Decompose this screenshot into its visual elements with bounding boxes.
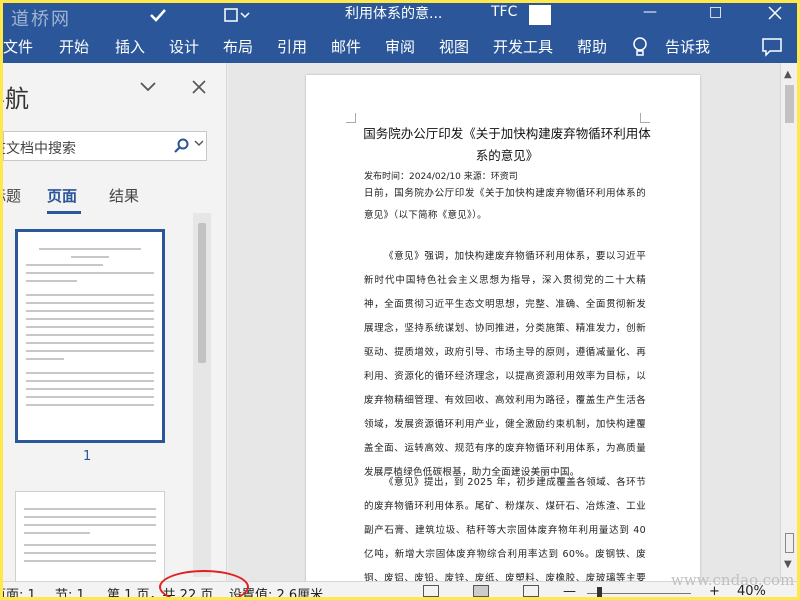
checkmark-icon[interactable] (149, 7, 167, 23)
zoom-slider-track[interactable] (587, 593, 691, 594)
read-mode-icon[interactable] (423, 585, 439, 597)
status-section[interactable]: 节: 1 (55, 584, 85, 597)
nav-tab-pages[interactable]: 页面 (47, 185, 77, 206)
document-intro: 日前，国务院办公厅印发《关于加快构建废弃物循环利用体系的意见》（以下简称《意见》… (364, 188, 646, 221)
site-logo: 道桥网 (11, 9, 71, 30)
tab-view[interactable]: 视图 (439, 36, 469, 57)
chevron-down-icon[interactable] (139, 81, 157, 93)
document-page[interactable]: 国务院办公厅印发《关于加快构建废弃物循环利用体系的意见》 发布时间：2024/0… (306, 75, 700, 595)
page-thumbnail-1[interactable] (15, 229, 165, 443)
zoom-slider-handle[interactable] (597, 587, 602, 597)
customize-toolbar-icon[interactable] (223, 5, 251, 25)
document-meta: 发布时间：2024/02/10 来源：环资司 (364, 172, 518, 182)
maximize-button[interactable]: □ (709, 4, 722, 20)
annotation-circle (159, 570, 249, 597)
nav-scrollbar[interactable] (193, 213, 211, 577)
search-placeholder: 在文档中搜索 (0, 141, 76, 157)
tab-insert[interactable]: 插入 (115, 36, 145, 57)
tab-design[interactable]: 设计 (169, 36, 199, 57)
scroll-thumb[interactable] (785, 85, 794, 123)
lightbulb-icon[interactable] (631, 36, 649, 58)
navigation-pane: 导航 在文档中搜索 标题 页面 结果 1 (3, 63, 227, 597)
nav-tab-headings[interactable]: 标题 (3, 185, 21, 206)
scroll-up-icon[interactable]: ▲ (784, 69, 792, 80)
print-layout-icon[interactable] (473, 585, 489, 597)
user-initials[interactable]: TFC (491, 4, 517, 20)
title-bar: 道桥网 利用体系的意... TFC — □ (3, 3, 797, 31)
app-window: 道桥网 利用体系的意... TFC — □ 文件 开始 插入 设计 布局 引用 … (0, 0, 800, 600)
tab-review[interactable]: 审阅 (385, 36, 415, 57)
chevron-down-icon[interactable] (194, 138, 204, 148)
scroll-down-icon[interactable]: ▼ (784, 559, 792, 570)
document-title: 国务院办公厅印发《关于加快构建废弃物循环利用体系的意见》 (363, 126, 651, 163)
nav-title: 导航 (3, 85, 29, 113)
tab-mailings[interactable]: 邮件 (331, 36, 361, 57)
document-scrollbar[interactable]: ▲ ▼ (780, 63, 797, 581)
comment-icon[interactable] (761, 37, 783, 57)
tab-layout[interactable]: 布局 (223, 36, 253, 57)
document-canvas[interactable]: 国务院办公厅印发《关于加快构建废弃物循环利用体系的意见》 发布时间：2024/0… (228, 63, 780, 595)
tell-me-label[interactable]: 告诉我 (665, 36, 710, 57)
window-title: 利用体系的意... (345, 6, 443, 22)
nav-tab-results[interactable]: 结果 (109, 185, 139, 206)
tab-references[interactable]: 引用 (277, 36, 307, 57)
zoom-out-button[interactable]: — (563, 584, 576, 597)
close-icon[interactable] (191, 79, 207, 95)
document-paragraph-1: 《意见》强调，加快构建废弃物循环利用体系，要以习近平新时代中国特色社会主义思想为… (364, 251, 646, 478)
status-page[interactable]: 页面: 1 (3, 584, 36, 597)
active-tab-indicator (47, 211, 81, 214)
ribbon-tabs: 文件 开始 插入 设计 布局 引用 邮件 审阅 视图 开发工具 帮助 告诉我 (3, 31, 797, 63)
nav-search-input[interactable]: 在文档中搜索 (3, 131, 207, 161)
search-icon[interactable] (174, 138, 190, 154)
watermark-text: www.cndao.com (671, 571, 795, 589)
tab-file[interactable]: 文件 (3, 36, 33, 57)
split-box[interactable] (785, 533, 794, 553)
tab-developer[interactable]: 开发工具 (493, 36, 553, 57)
user-avatar-icon[interactable] (527, 3, 553, 25)
tab-home[interactable]: 开始 (59, 36, 89, 57)
web-layout-icon[interactable] (523, 585, 539, 597)
close-icon[interactable] (767, 5, 783, 21)
tab-help[interactable]: 帮助 (577, 36, 607, 57)
minimize-button[interactable]: — (643, 4, 657, 20)
thumbnail-page-number: 1 (83, 449, 92, 464)
